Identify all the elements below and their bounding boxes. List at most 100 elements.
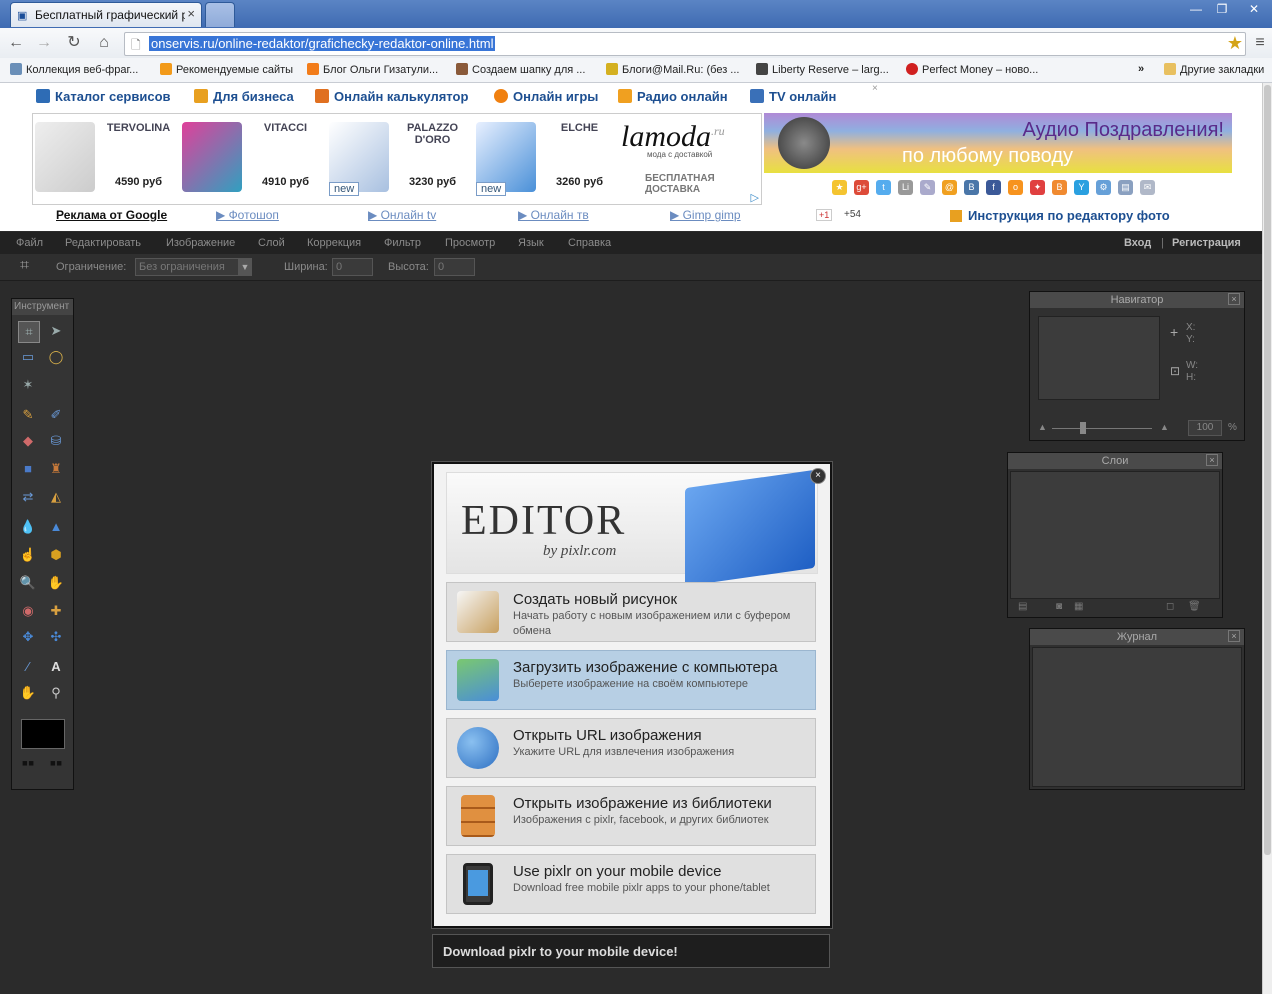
- gradient-icon[interactable]: ■: [18, 459, 38, 479]
- home-icon[interactable]: ⌂: [94, 33, 114, 53]
- dodge-icon[interactable]: 🔍: [18, 573, 38, 593]
- magic-wand-icon[interactable]: ✶: [18, 375, 38, 395]
- paint-bucket-icon[interactable]: ⛁: [46, 431, 66, 451]
- replace-color-icon[interactable]: ⇄: [18, 487, 38, 507]
- chevron-down-icon[interactable]: ▼: [238, 259, 252, 275]
- menu-view[interactable]: Просмотр: [445, 237, 495, 249]
- width-input[interactable]: 0: [332, 258, 373, 276]
- new-tab-button[interactable]: [205, 2, 235, 27]
- gplus-button[interactable]: +1: [816, 209, 833, 221]
- sponge-icon[interactable]: ⬢: [46, 545, 66, 565]
- burn-icon[interactable]: ✋: [46, 573, 66, 593]
- ad-product[interactable]: VITACCI 4910 руб: [180, 114, 325, 204]
- ad-product[interactable]: new PALAZZO D'ORO 3230 руб: [327, 114, 472, 204]
- blogger-icon[interactable]: B: [1052, 180, 1067, 195]
- bookmark-star-icon[interactable]: ★: [1227, 33, 1243, 54]
- bloat-icon[interactable]: ✥: [18, 627, 38, 647]
- lasso-icon[interactable]: ◯: [46, 347, 66, 367]
- menu-language[interactable]: Язык: [518, 237, 544, 249]
- yaru-icon[interactable]: Y: [1074, 180, 1089, 195]
- open-url-button[interactable]: Открыть URL изображения Укажите URL для …: [446, 718, 816, 778]
- zoom-slider-handle[interactable]: [1080, 422, 1086, 434]
- login-link[interactable]: Вход: [1124, 237, 1151, 249]
- dialog-close-icon[interactable]: ×: [810, 468, 826, 484]
- page-scrollbar[interactable]: [1262, 83, 1272, 994]
- email-icon[interactable]: ✉: [1140, 180, 1155, 195]
- ad-product[interactable]: TERVOLINA 4590 руб: [33, 114, 178, 204]
- register-link[interactable]: Регистрация: [1172, 237, 1241, 249]
- twitter-icon[interactable]: t: [876, 180, 891, 195]
- google-plus-icon[interactable]: g+: [854, 180, 869, 195]
- new-layer-icon[interactable]: ◻: [1166, 601, 1174, 612]
- nav-link-catalog[interactable]: Каталог сервисов: [36, 89, 171, 104]
- menu-adjustment[interactable]: Коррекция: [307, 237, 361, 249]
- brush-icon[interactable]: ✐: [46, 405, 66, 425]
- zoom-input[interactable]: 100: [1188, 420, 1222, 436]
- window-close-icon[interactable]: ✕: [1242, 2, 1266, 18]
- type-icon[interactable]: A: [46, 657, 66, 677]
- color-picker-icon[interactable]: ⁄: [18, 657, 38, 677]
- livejournal-icon[interactable]: ✎: [920, 180, 935, 195]
- grid-view-icon[interactable]: ▪▪: [18, 753, 38, 773]
- bookmarks-overflow-button[interactable]: »: [1138, 63, 1144, 75]
- crop-icon[interactable]: ⌗: [18, 321, 40, 343]
- other-bookmarks-folder[interactable]: Другие закладки: [1164, 63, 1264, 76]
- bookmark-item[interactable]: Рекомендуемые сайты: [160, 63, 293, 76]
- color-swatch[interactable]: [21, 719, 65, 749]
- nav-link-tv[interactable]: TV онлайн: [750, 89, 836, 104]
- restore-icon[interactable]: ❐: [1210, 2, 1234, 18]
- adchoices-icon[interactable]: ▷: [751, 191, 759, 204]
- link-online-tv[interactable]: ▶ Онлайн tv: [368, 208, 436, 222]
- constraint-select[interactable]: Без ограничения: [135, 258, 252, 276]
- forward-icon[interactable]: →: [34, 33, 54, 53]
- panel-close-icon[interactable]: ×: [1228, 630, 1240, 642]
- address-bar[interactable]: 🗋 onservis.ru/online-redaktor/graficheck…: [124, 32, 1246, 56]
- menu-image[interactable]: Изображение: [166, 237, 235, 249]
- clone-stamp-icon[interactable]: ♜: [46, 459, 66, 479]
- zoom-out-icon[interactable]: ▲: [1038, 422, 1047, 432]
- layer-settings-icon[interactable]: ▤: [1018, 601, 1027, 612]
- bookmark-item[interactable]: Блог Ольги Гизатули...: [307, 63, 438, 76]
- hand-icon[interactable]: ✋: [18, 683, 38, 703]
- zoom-slider[interactable]: [1052, 428, 1152, 429]
- shoe-ad-banner[interactable]: TERVOLINA 4590 руб VITACCI 4910 руб new …: [32, 113, 762, 205]
- menu-help[interactable]: Справка: [568, 237, 611, 249]
- scrollbar-thumb[interactable]: [1264, 85, 1271, 855]
- bookmark-item[interactable]: Perfect Money – ново...: [906, 63, 1038, 76]
- tab-close-icon[interactable]: ×: [187, 6, 195, 21]
- layer-style-icon[interactable]: ▦: [1074, 601, 1083, 612]
- nav-link-radio[interactable]: Радио онлайн: [618, 89, 728, 104]
- layer-mask-icon[interactable]: ◙: [1056, 601, 1062, 612]
- mobile-app-button[interactable]: Use pixlr on your mobile device Download…: [446, 854, 816, 914]
- height-input[interactable]: 0: [434, 258, 475, 276]
- smudge-icon[interactable]: ☝: [18, 545, 38, 565]
- marquee-icon[interactable]: ▭: [18, 347, 38, 367]
- instruction-link[interactable]: Инструкция по редактору фото: [950, 208, 1170, 223]
- mobile-download-bar[interactable]: Download pixlr to your mobile device!: [432, 934, 830, 968]
- menu-filter[interactable]: Фильтр: [384, 237, 421, 249]
- print-icon[interactable]: ▤: [1118, 180, 1133, 195]
- bookmark-item[interactable]: Блоги@Mail.Ru: (без ...: [606, 63, 739, 76]
- eraser-icon[interactable]: ◆: [18, 431, 38, 451]
- open-from-library-button[interactable]: Открыть изображение из библиотеки Изобра…: [446, 786, 816, 846]
- pinch-icon[interactable]: ✣: [46, 627, 66, 647]
- menu-layer[interactable]: Слой: [258, 237, 285, 249]
- sharpen-icon[interactable]: ▲: [46, 517, 66, 537]
- trash-icon[interactable]: 🗑: [1188, 601, 1201, 612]
- red-eye-icon[interactable]: ◉: [18, 601, 38, 621]
- google-ads-link[interactable]: Реклама от Google: [56, 208, 167, 222]
- favorite-icon[interactable]: ★: [832, 180, 847, 195]
- browser-tab-active[interactable]: ▣ Бесплатный графический р ×: [10, 2, 202, 27]
- nav-link-calculator[interactable]: Онлайн калькулятор: [315, 89, 468, 104]
- move-icon[interactable]: ➤: [46, 321, 66, 341]
- drawing-icon[interactable]: ◭: [46, 487, 66, 507]
- nav-link-business[interactable]: Для бизнеса: [194, 89, 294, 104]
- bookmark-item[interactable]: Liberty Reserve – larg...: [756, 63, 889, 76]
- open-from-computer-button[interactable]: Загрузить изображение с компьютера Выбер…: [446, 650, 816, 710]
- menu-edit[interactable]: Редактировать: [65, 237, 141, 249]
- link-gimp[interactable]: ▶ Gimp gimp: [670, 208, 741, 222]
- audio-greetings-banner[interactable]: Аудио Поздравления! по любому поводу: [764, 113, 1232, 173]
- bookmark-item[interactable]: Создаем шапку для ...: [456, 63, 585, 76]
- nav-close-icon[interactable]: ×: [872, 83, 878, 94]
- link-photoshop[interactable]: ▶ Фотошоп: [216, 208, 279, 222]
